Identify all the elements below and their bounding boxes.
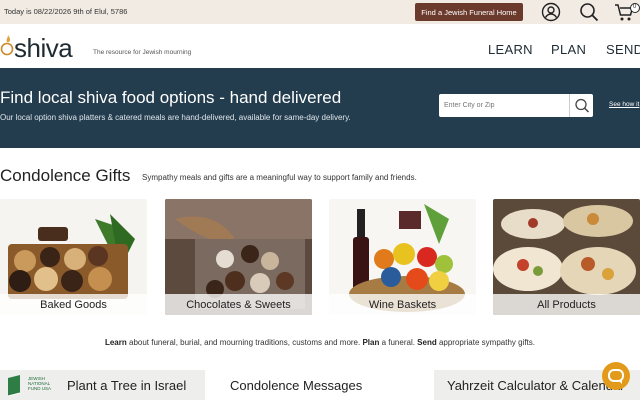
condolence-messages-card[interactable]: Condolence Messages	[221, 370, 417, 400]
search-submit-button[interactable]	[569, 94, 593, 117]
jnf-logo: JEWISH NATIONAL FUND USA	[4, 374, 60, 400]
nav-send[interactable]: SEND	[606, 42, 640, 57]
search-icon	[575, 98, 590, 113]
jnf-leaf-icon	[7, 375, 21, 397]
nav-learn[interactable]: LEARN	[488, 42, 533, 57]
top-bar: Today is 08/22/2026 9th of Elul, 5786 Fi…	[0, 0, 640, 24]
site-header: shiva The resource for Jewish mourning L…	[0, 24, 640, 68]
nav-plan[interactable]: PLAN	[551, 42, 586, 57]
condolence-gifts-subtitle: Sympathy meals and gifts are a meaningfu…	[142, 173, 417, 182]
card-all-products[interactable]: All Products	[493, 199, 640, 315]
info-line: Learn about funeral, burial, and mournin…	[0, 338, 640, 347]
find-funeral-home-button[interactable]: Find a Jewish Funeral Home	[415, 3, 523, 21]
cart-icon[interactable]: 0	[614, 2, 640, 22]
cart-count-badge: 0	[633, 4, 637, 10]
city-zip-input[interactable]	[439, 94, 569, 117]
chat-bubble-icon	[608, 369, 624, 384]
info-text: about funeral, burial, and mourning trad…	[126, 338, 363, 347]
yahrzeit-calculator-label: Yahrzeit Calculator & Calendar	[447, 378, 625, 393]
hero-title: Find local shiva food options - hand del…	[0, 88, 342, 107]
search-icon[interactable]	[579, 2, 599, 22]
hero-subtitle: Our local option shiva platters & catere…	[0, 113, 351, 122]
location-search	[439, 94, 593, 117]
card-label: Chocolates & Sweets	[165, 294, 312, 315]
info-text: appropriate sympathy gifts.	[436, 338, 536, 347]
user-icon[interactable]	[541, 2, 561, 22]
chat-button[interactable]	[602, 362, 630, 390]
send-link[interactable]: Send	[417, 338, 437, 347]
condolence-messages-label: Condolence Messages	[230, 378, 363, 393]
hero-banner: Find local shiva food options - hand del…	[0, 68, 640, 148]
card-wine-baskets[interactable]: Wine Baskets	[329, 199, 476, 315]
card-chocolates-sweets[interactable]: Chocolates & Sweets	[165, 199, 312, 315]
plan-link[interactable]: Plan	[362, 338, 379, 347]
hebrew-date-text: Today is 08/22/2026 9th of Elul, 5786	[4, 7, 128, 16]
tagline: The resource for Jewish mourning	[93, 49, 192, 56]
jnf-logo-text: JEWISH NATIONAL FUND USA	[28, 376, 52, 391]
card-label: All Products	[493, 294, 640, 315]
logo-wordmark: shiva	[14, 33, 73, 63]
plant-tree-card[interactable]: JEWISH NATIONAL FUND USA Plant a Tree in…	[0, 370, 205, 400]
card-label: Baked Goods	[0, 294, 147, 315]
learn-link[interactable]: Learn	[105, 338, 127, 347]
shiva-logo[interactable]: shiva	[0, 30, 95, 63]
condolence-gifts-title: Condolence Gifts	[0, 166, 131, 185]
card-baked-goods[interactable]: Baked Goods	[0, 199, 147, 315]
info-text: a funeral.	[379, 338, 418, 347]
how-it-works-link[interactable]: See how it	[609, 101, 639, 108]
card-label: Wine Baskets	[329, 294, 476, 315]
plant-tree-label: Plant a Tree in Israel	[67, 378, 187, 393]
